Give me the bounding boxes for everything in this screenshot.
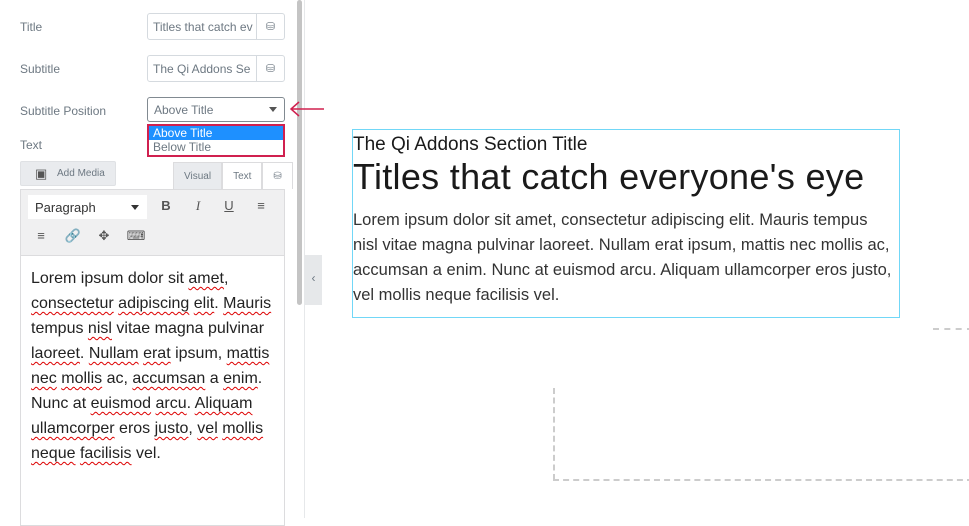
italic-icon[interactable]: I (188, 198, 208, 214)
editor-word: tempus (31, 320, 88, 337)
drop-area-border (553, 388, 555, 480)
editor-word: neque (31, 445, 76, 462)
editor-word: consectetur (31, 295, 114, 312)
drop-area-border (933, 328, 969, 330)
editor-word: . (79, 345, 89, 362)
editor-word: erat (143, 345, 171, 362)
title-label: Title (20, 20, 43, 34)
editor-word: mattis (226, 345, 270, 362)
drop-area-border (553, 479, 969, 481)
preview-text: Lorem ipsum dolor sit amet, consectetur … (353, 211, 892, 304)
dynamic-tags-icon[interactable]: ⛁ (256, 56, 284, 81)
toolbar-toggle-icon[interactable]: ⌨ (126, 228, 146, 244)
editor-word: euismod (90, 395, 152, 412)
bullet-list-icon[interactable]: ≡ (251, 198, 271, 213)
format-select[interactable]: Paragraph (28, 195, 147, 219)
bold-icon[interactable]: B (156, 198, 176, 213)
editor-word: vitae magna pulvinar (111, 320, 265, 337)
editor-word: adipiscing (118, 295, 190, 312)
editor-word: , (223, 270, 229, 287)
editor-word: amet (188, 270, 224, 287)
editor-word: accumsan (132, 370, 206, 387)
editor-word: nisl (87, 320, 112, 337)
preview-title: Titles that catch everyone's eye (353, 156, 865, 197)
collapse-panel-button[interactable]: ‹ (305, 255, 322, 305)
editor-word: enim (223, 370, 258, 387)
dynamic-tags-icon[interactable]: ⛁ (256, 14, 284, 39)
settings-panel: Title Titles that catch ev ⛁ Subtitle The… (0, 0, 305, 526)
editor-word: Mauris (223, 295, 272, 312)
editor-word: , (188, 420, 198, 437)
subtitle-label: Subtitle (20, 62, 61, 76)
editor-word: ac, (102, 370, 133, 387)
underline-icon[interactable]: U (219, 198, 239, 213)
numbered-list-icon[interactable]: ≡ (31, 228, 51, 243)
subtitle-position-select[interactable]: Above Title (147, 97, 285, 122)
link-icon[interactable]: 🔗 (63, 228, 83, 244)
editor-word: vel. (131, 445, 161, 462)
editor-word: Nullam (88, 345, 139, 362)
media-icon: ▣ (35, 166, 48, 181)
preview-subtitle: The Qi Addons Section Title (353, 134, 588, 155)
editor-word: Lorem ipsum dolor sit (31, 270, 189, 287)
subtitle-field[interactable]: The Qi Addons Se ⛁ (147, 55, 285, 82)
editor-word: elit (193, 295, 215, 312)
editor-word: justo (154, 420, 189, 437)
tab-text[interactable]: Text (222, 162, 263, 189)
editor-word: vel (197, 420, 218, 437)
arrow-left-icon (289, 101, 324, 117)
subtitle-position-dropdown: Above Title Below Title (147, 124, 285, 157)
chevron-down-icon (269, 107, 277, 112)
title-field[interactable]: Titles that catch ev ⛁ (147, 13, 285, 40)
option-below-title[interactable]: Below Title (149, 140, 283, 154)
editor-word: mollis (61, 370, 103, 387)
tab-visual[interactable]: Visual (173, 162, 223, 189)
editor-word: laoreet (31, 345, 80, 362)
editor-word: a (205, 370, 224, 387)
subtitle-position-label: Subtitle Position (20, 104, 107, 118)
fullscreen-icon[interactable]: ✥ (94, 228, 114, 244)
chevron-down-icon (131, 205, 139, 210)
editor-toolbar: Paragraph B I U ≡ ≡ 🔗 ✥ ⌨ (20, 189, 285, 256)
text-editor[interactable]: Lorem ipsum dolor sit amet, consectetur … (20, 256, 285, 526)
editor-word: Aliquam (194, 395, 253, 412)
editor-word: ipsum, (170, 345, 227, 362)
editor-word: . (186, 395, 195, 412)
editor-word: nec (31, 370, 57, 387)
editor-word: ullamcorper (31, 420, 115, 437)
editor-word: . (214, 295, 224, 312)
dynamic-tags-icon[interactable]: ⛁ (262, 162, 293, 189)
panel-scrollbar[interactable] (297, 0, 302, 305)
add-media-button[interactable]: ▣ Add Media (20, 161, 116, 186)
editor-word: arcu (155, 395, 187, 412)
editor-word: facilisis (79, 445, 132, 462)
section-title-widget[interactable]: The Qi Addons Section Title Titles that … (352, 129, 900, 318)
text-label: Text (20, 138, 43, 152)
editor-word: eros (114, 420, 155, 437)
editor-word: mollis (222, 420, 264, 437)
option-above-title[interactable]: Above Title (149, 126, 283, 140)
